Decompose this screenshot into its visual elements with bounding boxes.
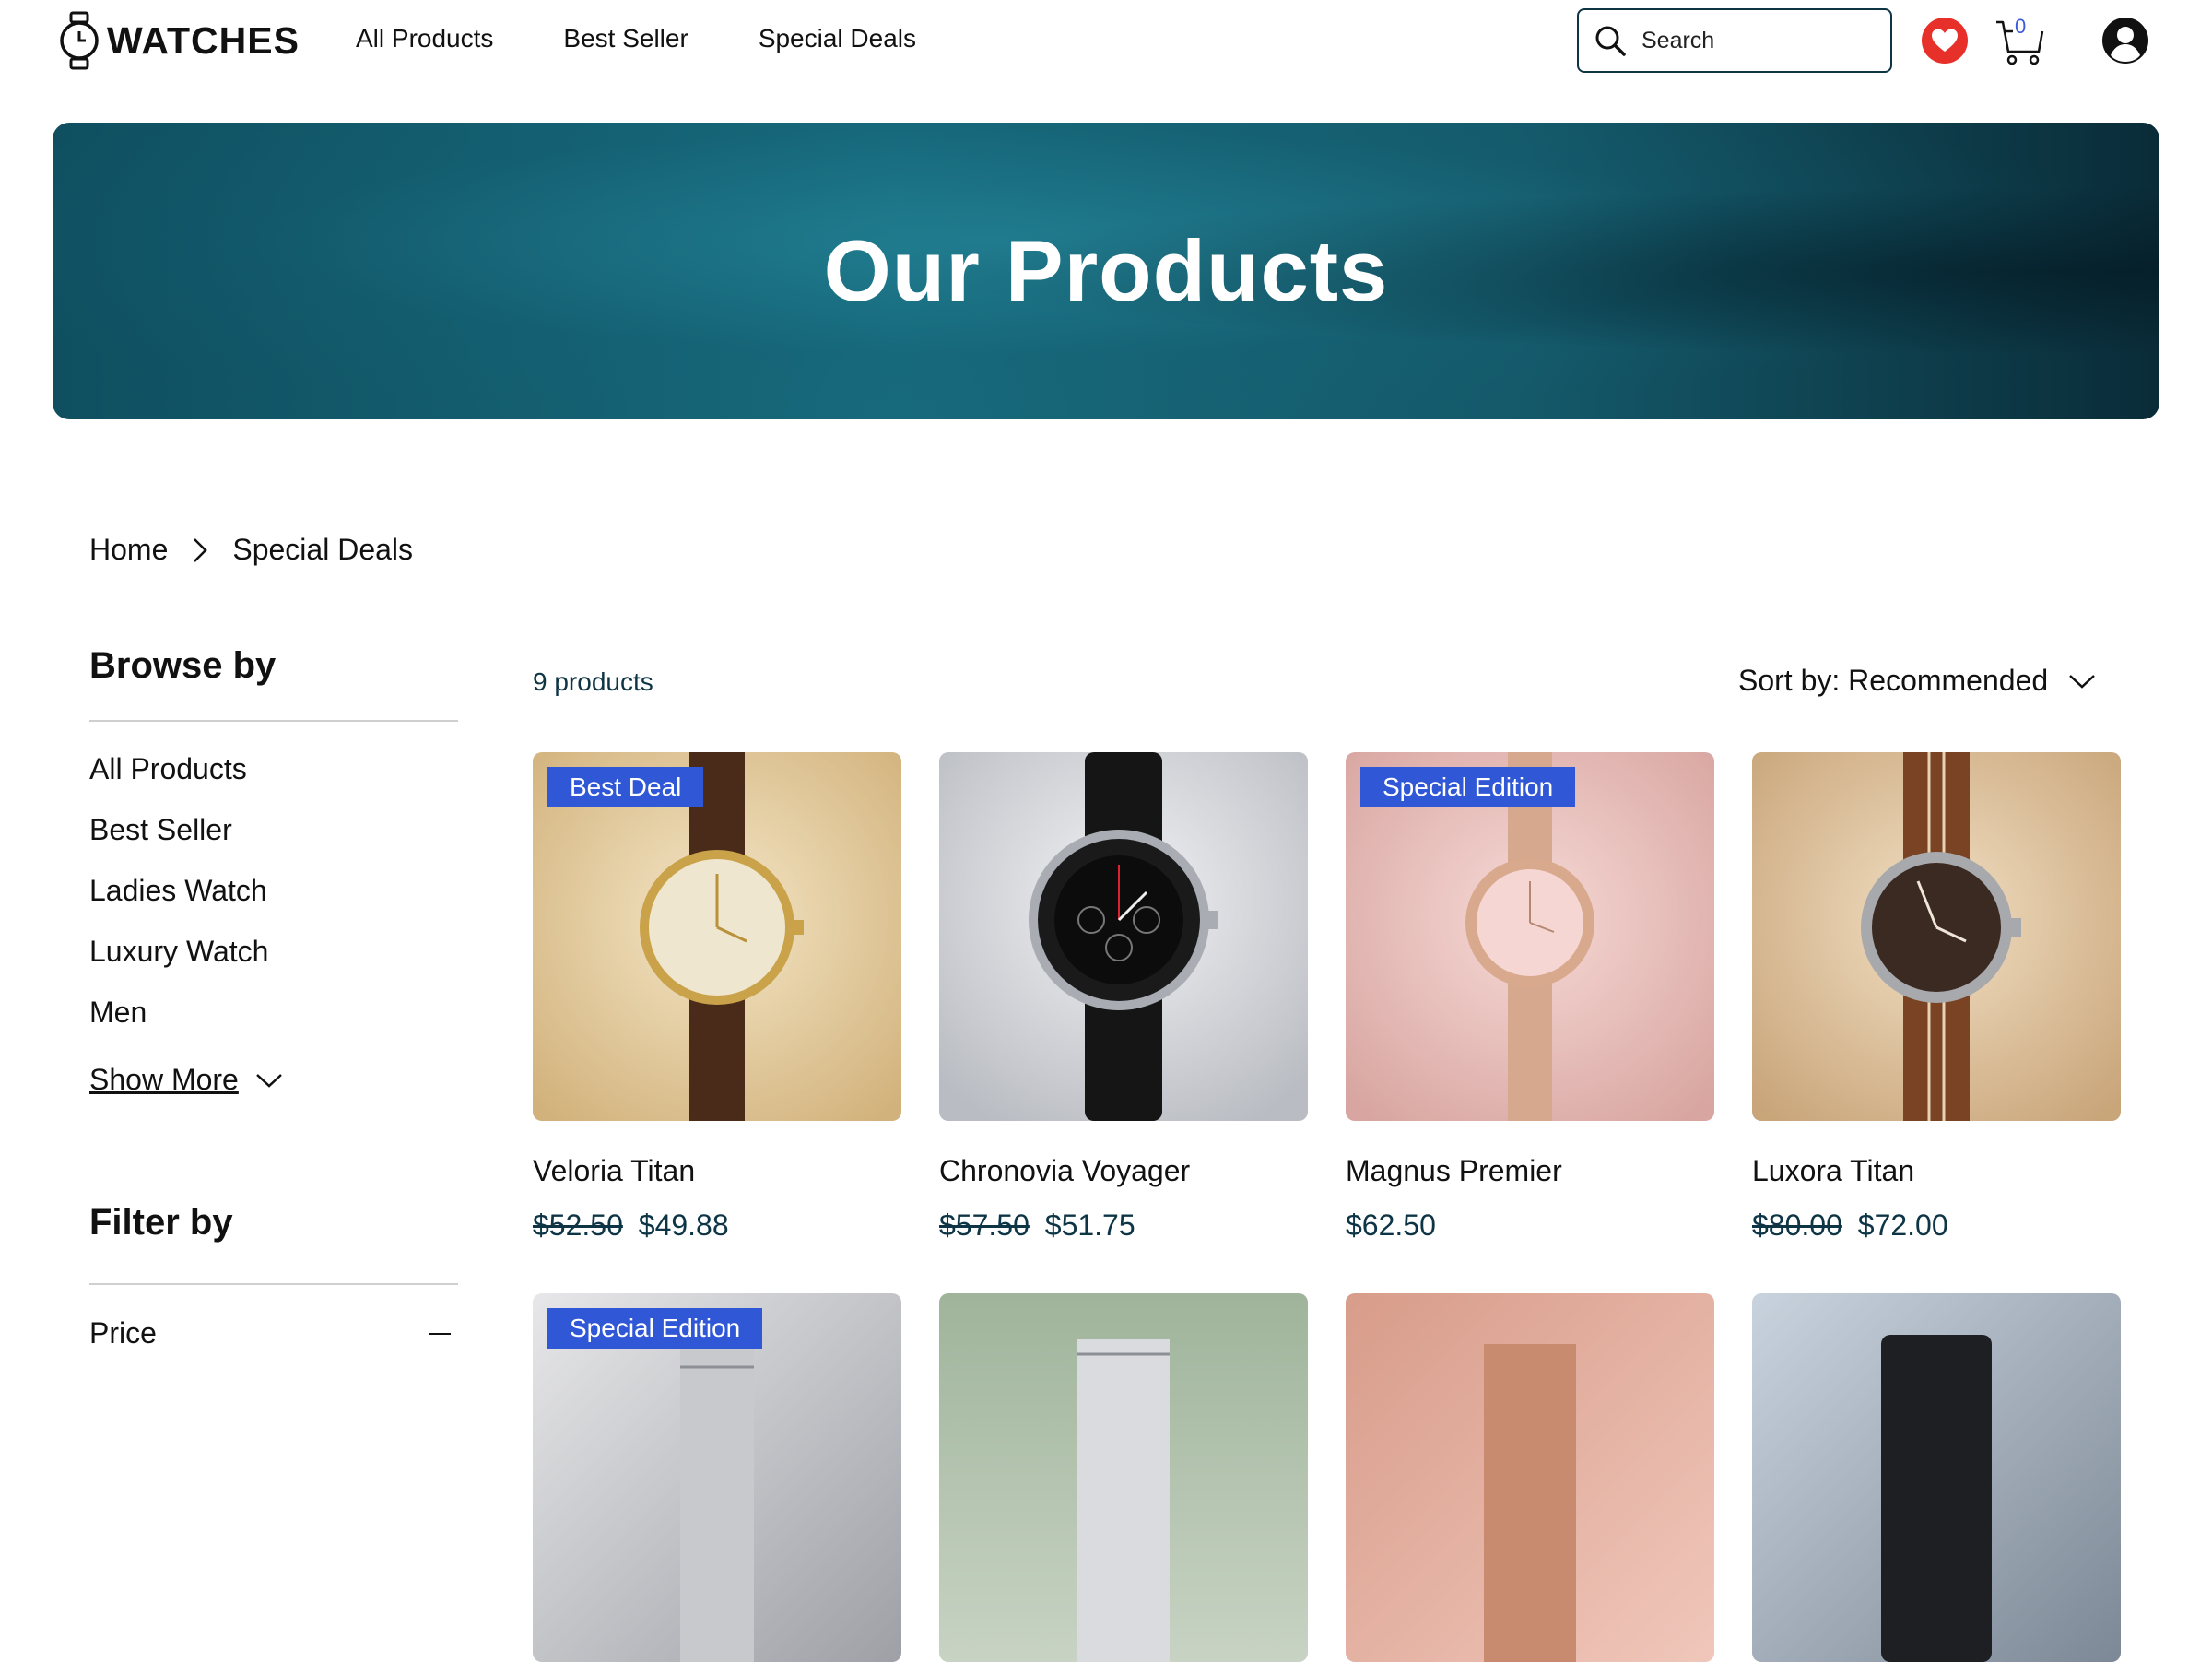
divider bbox=[89, 720, 458, 722]
category-item-men[interactable]: Men bbox=[89, 993, 458, 1054]
logo-text: WATCHES bbox=[107, 18, 300, 62]
sort-label: Sort by: Recommended bbox=[1738, 664, 2049, 697]
product-badge: Special Edition bbox=[547, 1308, 763, 1349]
collapse-minus-icon bbox=[429, 1332, 451, 1335]
product-name[interactable]: Veloria Titan bbox=[533, 1154, 901, 1188]
silver-watch-image bbox=[939, 1293, 1308, 1662]
product-image[interactable] bbox=[939, 752, 1308, 1121]
product-badge: Special Edition bbox=[1360, 767, 1576, 807]
product-image[interactable]: Special Edition bbox=[1346, 752, 1714, 1121]
divider bbox=[89, 1283, 458, 1285]
product-image[interactable] bbox=[1752, 1293, 2121, 1662]
sale-price: $62.50 bbox=[1346, 1208, 1436, 1242]
brown-watch-image bbox=[1752, 752, 2121, 1121]
search-input[interactable] bbox=[1640, 26, 1865, 55]
show-more-label: Show More bbox=[89, 1063, 239, 1096]
product-name[interactable]: Magnus Premier bbox=[1346, 1154, 1714, 1188]
product-card[interactable]: Luxora Titan $80.00 $72.00 bbox=[1752, 752, 2121, 1243]
search-icon bbox=[1595, 26, 1626, 56]
price-filter-label: Price bbox=[89, 1316, 157, 1350]
product-image[interactable]: Best Deal bbox=[533, 752, 901, 1121]
cart-count: 0 bbox=[2015, 15, 2027, 38]
product-card[interactable]: Best Deal Veloria Titan $52.50 $49.88 bbox=[533, 752, 901, 1243]
original-price: $52.50 bbox=[533, 1208, 623, 1242]
sale-price: $49.88 bbox=[638, 1208, 729, 1242]
product-image[interactable] bbox=[1752, 752, 2121, 1121]
wishlist-button[interactable] bbox=[1922, 18, 1968, 64]
product-price: $52.50 $49.88 bbox=[533, 1208, 901, 1243]
product-image[interactable] bbox=[1346, 1293, 1714, 1662]
product-card[interactable]: Chronovia Voyager $57.50 $51.75 bbox=[939, 752, 1308, 1243]
sort-dropdown[interactable]: Sort by: Recommended bbox=[1738, 664, 2096, 698]
logo[interactable]: WATCHES bbox=[59, 11, 300, 70]
product-image[interactable] bbox=[939, 1293, 1308, 1662]
heart-icon bbox=[1932, 29, 1958, 52]
product-name[interactable]: Chronovia Voyager bbox=[939, 1154, 1308, 1188]
category-item-luxury-watch[interactable]: Luxury Watch bbox=[89, 932, 458, 993]
product-card[interactable] bbox=[1346, 1293, 1714, 1662]
chevron-down-icon bbox=[2069, 674, 2096, 689]
filter-title: Filter by bbox=[89, 1202, 233, 1243]
nav-best-seller[interactable]: Best Seller bbox=[563, 24, 688, 53]
product-count: 9 products bbox=[533, 667, 653, 696]
price-filter-toggle[interactable]: Price bbox=[89, 1316, 458, 1350]
original-price: $57.50 bbox=[939, 1208, 1030, 1242]
category-list: All Products Best Seller Ladies Watch Lu… bbox=[89, 749, 458, 1054]
breadcrumb-home[interactable]: Home bbox=[89, 533, 168, 567]
product-card[interactable]: Special Edition Magnus Premier $62.50 bbox=[1346, 752, 1714, 1243]
breadcrumb-current: Special Deals bbox=[232, 533, 414, 566]
product-name[interactable]: Luxora Titan bbox=[1752, 1154, 2121, 1188]
mesh-watch-image bbox=[1346, 1293, 1714, 1662]
product-card[interactable] bbox=[939, 1293, 1308, 1662]
product-image[interactable]: Special Edition bbox=[533, 1293, 901, 1662]
show-more-button[interactable]: Show More bbox=[89, 1063, 458, 1097]
watch-logo-icon bbox=[60, 11, 99, 70]
browse-sidebar: Browse by All Products Best Seller Ladie… bbox=[89, 645, 458, 1097]
sale-price: $72.00 bbox=[1857, 1208, 1948, 1242]
hero-banner: Our Products bbox=[53, 123, 2159, 419]
original-price: $80.00 bbox=[1752, 1208, 1842, 1242]
sale-price: $51.75 bbox=[1044, 1208, 1135, 1242]
chevron-down-icon bbox=[255, 1073, 282, 1088]
steel-bracelet-watch-image bbox=[533, 1293, 901, 1662]
product-price: $80.00 $72.00 bbox=[1752, 1208, 2121, 1243]
chronograph-watch-image bbox=[939, 752, 1308, 1121]
product-badge: Best Deal bbox=[547, 767, 704, 807]
account-avatar-icon[interactable] bbox=[2101, 17, 2149, 65]
cart-button[interactable]: 0 bbox=[1994, 13, 2046, 68]
browse-title: Browse by bbox=[89, 645, 276, 686]
product-card[interactable]: Special Edition bbox=[533, 1293, 901, 1662]
site-header: WATCHES All Products Best Seller Special… bbox=[0, 0, 2212, 85]
product-price: $62.50 bbox=[1346, 1208, 1714, 1243]
product-card[interactable] bbox=[1752, 1293, 2121, 1662]
rose-gold-watch-image bbox=[1346, 752, 1714, 1121]
category-item-ladies-watch[interactable]: Ladies Watch bbox=[89, 871, 458, 932]
category-item-best-seller[interactable]: Best Seller bbox=[89, 810, 458, 871]
gold-watch-image bbox=[533, 752, 901, 1121]
main-nav: All Products Best Seller Special Deals bbox=[356, 24, 916, 53]
category-item-all-products[interactable]: All Products bbox=[89, 749, 458, 810]
black-strap-watch-image bbox=[1752, 1293, 2121, 1662]
breadcrumb: Home Special Deals bbox=[89, 533, 413, 567]
nav-all-products[interactable]: All Products bbox=[356, 24, 493, 53]
nav-special-deals[interactable]: Special Deals bbox=[759, 24, 916, 53]
hero-title: Our Products bbox=[823, 222, 1389, 319]
chevron-right-icon bbox=[194, 537, 208, 562]
product-price: $57.50 $51.75 bbox=[939, 1208, 1308, 1243]
search-box[interactable] bbox=[1577, 8, 1892, 73]
